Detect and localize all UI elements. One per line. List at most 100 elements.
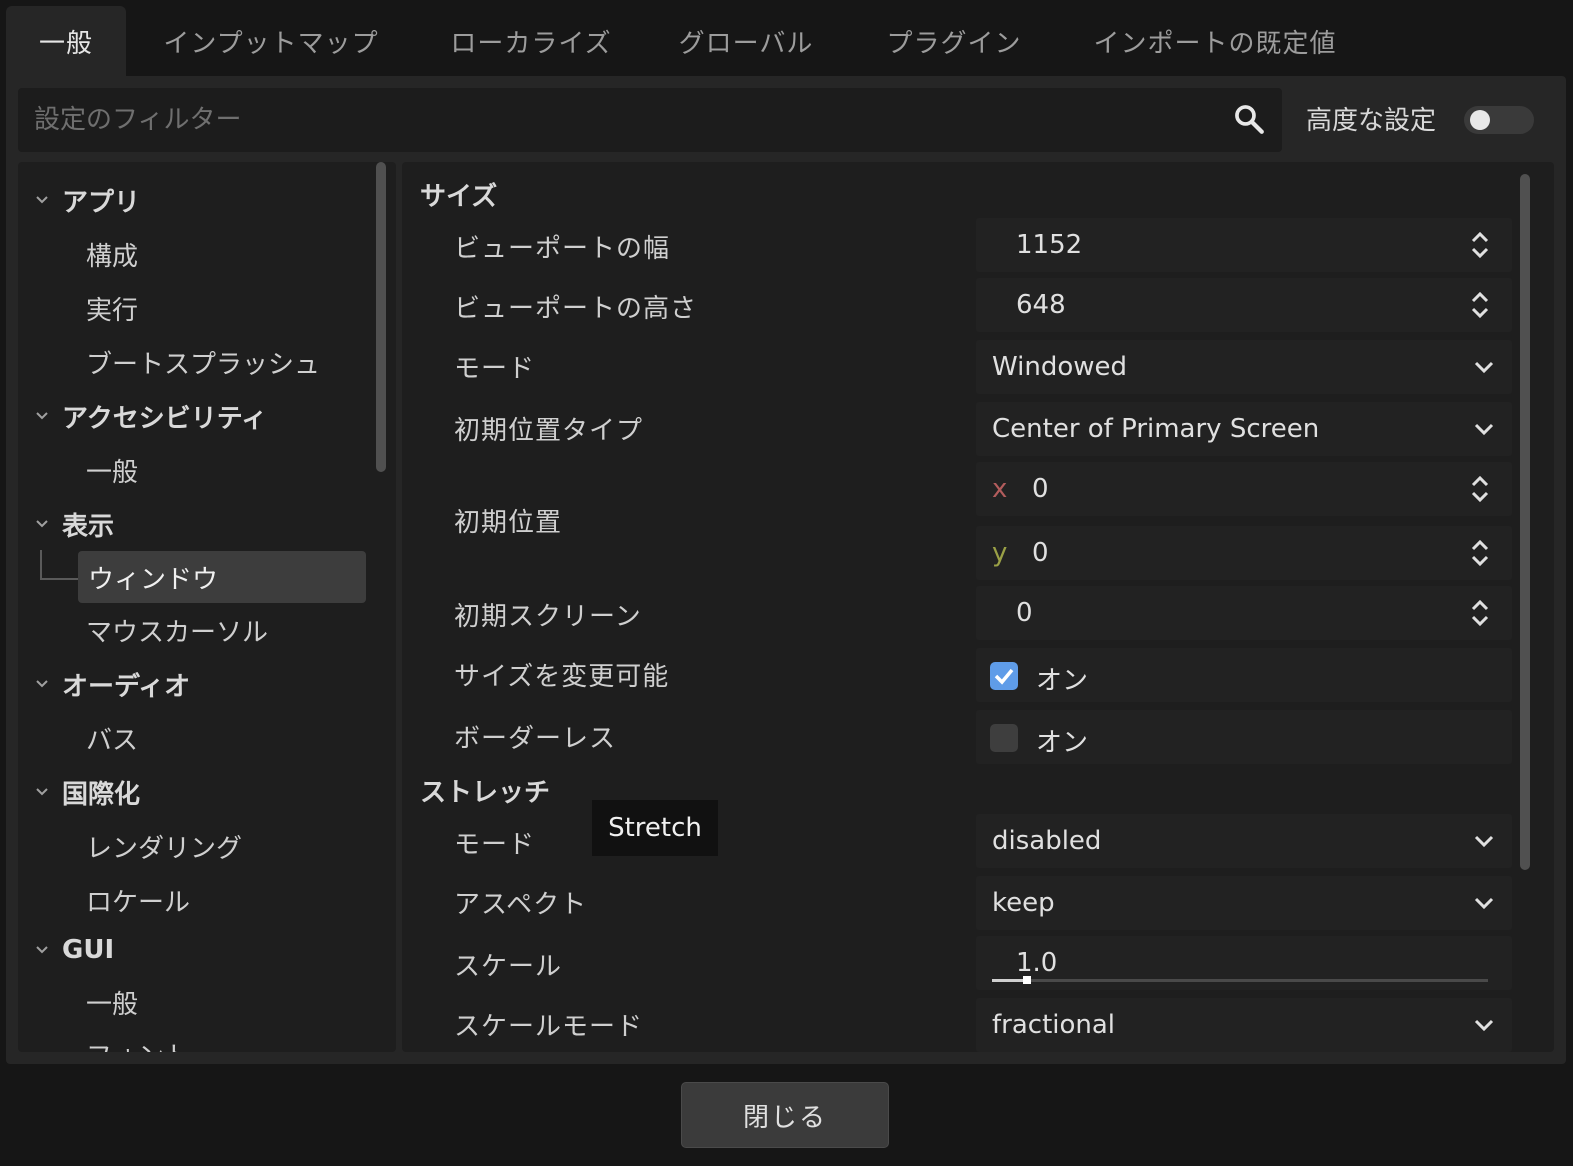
- scale-slider-field[interactable]: 1.0: [976, 936, 1512, 990]
- initial-screen-value: 0: [1016, 598, 1033, 628]
- viewport-width-field[interactable]: 1152: [976, 218, 1512, 272]
- sidebar-item-gui-general[interactable]: 一般: [18, 976, 368, 1028]
- axis-y-label: y: [992, 538, 1008, 568]
- borderless-label: ボーダーレス: [454, 724, 617, 754]
- tab-import-defaults[interactable]: インポートの既定値: [1070, 6, 1360, 76]
- sidebar-item-label: オーディオ: [62, 671, 191, 702]
- project-settings-panel: 高度な設定 アプリ 構成 実行 ブートスプラッシュ アクセシビリティ 一般 表示…: [6, 76, 1566, 1064]
- window-mode-value: Windowed: [992, 352, 1128, 382]
- close-button[interactable]: 閉じる: [681, 1082, 889, 1148]
- sidebar-category-gui[interactable]: GUI: [18, 924, 368, 976]
- settings-sidebar: アプリ 構成 実行 ブートスプラッシュ アクセシビリティ 一般 表示 ウィンドウ…: [18, 162, 396, 1052]
- borderless-on-text: オン: [1036, 728, 1089, 758]
- scale-label: スケール: [454, 952, 563, 982]
- sidebar-item-config[interactable]: 構成: [18, 228, 368, 280]
- tooltip: Stretch: [592, 800, 718, 856]
- tree-connector: [40, 550, 78, 580]
- sidebar-item-run[interactable]: 実行: [18, 282, 368, 334]
- viewport-height-value: 648: [1016, 290, 1066, 320]
- initial-position-type-value: Center of Primary Screen: [992, 414, 1320, 444]
- sidebar-item-locale[interactable]: ロケール: [18, 874, 368, 926]
- sidebar-item-label: フォント: [86, 1036, 190, 1053]
- chevron-down-icon: [1474, 835, 1494, 848]
- tab-bar: 一般 インプットマップ ローカライズ グローバル プラグイン インポートの既定値: [6, 0, 1566, 76]
- chevron-down-icon: [1474, 361, 1494, 374]
- sidebar-item-fonts[interactable]: フォント: [18, 1028, 368, 1053]
- settings-inspector: サイズ ビューポートの幅 1152 ビューポートの高さ 648 モード Wind…: [402, 162, 1554, 1052]
- inspector-scrollbar[interactable]: [1520, 174, 1530, 870]
- aspect-value: keep: [992, 888, 1055, 918]
- sidebar-item-mouse-cursor[interactable]: マウスカーソル: [18, 604, 368, 656]
- resizable-checkbox[interactable]: [990, 662, 1018, 690]
- sidebar-scrollbar[interactable]: [376, 162, 386, 472]
- initial-position-x-field[interactable]: x 0: [976, 462, 1512, 516]
- initial-screen-label: 初期スクリーン: [454, 602, 642, 632]
- sidebar-item-label: GUI: [62, 935, 115, 965]
- filter-box: [18, 88, 1282, 152]
- chevron-down-icon: [36, 788, 48, 796]
- filter-input[interactable]: [18, 88, 1218, 152]
- section-size: サイズ: [420, 182, 498, 212]
- sidebar-item-boot-splash[interactable]: ブートスプラッシュ: [18, 336, 368, 388]
- chevron-down-icon: [1474, 1019, 1494, 1032]
- toggle-knob: [1470, 110, 1490, 130]
- stretch-mode-label: モード: [454, 830, 536, 860]
- sidebar-category-internationalization[interactable]: 国際化: [18, 766, 368, 818]
- chevron-down-icon: [36, 412, 48, 420]
- sidebar-item-label: 一般: [86, 989, 139, 1020]
- aspect-dropdown[interactable]: keep: [976, 876, 1512, 930]
- sidebar-item-label: 一般: [86, 457, 139, 488]
- scale-slider-handle[interactable]: [1022, 976, 1031, 984]
- spinner-updown-icon[interactable]: [1468, 538, 1492, 568]
- spinner-updown-icon[interactable]: [1468, 474, 1492, 504]
- sidebar-item-label: ロケール: [86, 887, 191, 918]
- viewport-height-label: ビューポートの高さ: [454, 294, 698, 324]
- sidebar-item-label: バス: [86, 725, 139, 756]
- resizable-checkbox-field[interactable]: オン: [976, 648, 1512, 702]
- borderless-checkbox[interactable]: [990, 724, 1018, 752]
- sidebar-category-display[interactable]: 表示: [18, 498, 368, 550]
- section-stretch: ストレッチ: [420, 778, 551, 808]
- scale-slider-track[interactable]: [992, 976, 1488, 984]
- sidebar-item-rendering[interactable]: レンダリング: [18, 820, 368, 872]
- advanced-settings-toggle[interactable]: [1464, 106, 1534, 134]
- stretch-mode-value: disabled: [992, 826, 1102, 856]
- window-mode-dropdown[interactable]: Windowed: [976, 340, 1512, 394]
- tab-general[interactable]: 一般: [6, 6, 126, 76]
- sidebar-category-accessibility[interactable]: アクセシビリティ: [18, 390, 368, 442]
- sidebar-category-audio[interactable]: オーディオ: [18, 658, 368, 710]
- tab-globals[interactable]: グローバル: [658, 6, 834, 76]
- sidebar-category-application[interactable]: アプリ: [18, 174, 368, 226]
- spinner-updown-icon[interactable]: [1468, 230, 1492, 260]
- sidebar-item-label: ブートスプラッシュ: [86, 349, 321, 380]
- scale-mode-dropdown[interactable]: fractional: [976, 998, 1512, 1052]
- sidebar-item-label: レンダリング: [86, 833, 243, 864]
- tab-localization[interactable]: ローカライズ: [426, 6, 636, 76]
- sidebar-item-label: 実行: [86, 295, 139, 326]
- initial-position-type-label: 初期位置タイプ: [454, 416, 644, 446]
- initial-position-y-field[interactable]: y 0: [976, 526, 1512, 580]
- scale-mode-value: fractional: [992, 1010, 1116, 1040]
- resizable-label: サイズを変更可能: [454, 662, 670, 692]
- borderless-checkbox-field[interactable]: オン: [976, 710, 1512, 764]
- sidebar-item-buses[interactable]: バス: [18, 712, 368, 764]
- stretch-mode-dropdown[interactable]: disabled: [976, 814, 1512, 868]
- tab-input-map[interactable]: インプットマップ: [146, 6, 396, 76]
- sidebar-item-label: 国際化: [62, 779, 141, 810]
- viewport-height-field[interactable]: 648: [976, 278, 1512, 332]
- chevron-down-icon: [1474, 897, 1494, 910]
- sidebar-item-label: 表示: [62, 511, 115, 542]
- spinner-updown-icon[interactable]: [1468, 598, 1492, 628]
- chevron-down-icon: [1474, 423, 1494, 436]
- initial-position-type-dropdown[interactable]: Center of Primary Screen: [976, 402, 1512, 456]
- sidebar-item-label: 構成: [86, 241, 139, 272]
- tab-plugins[interactable]: プラグイン: [864, 6, 1044, 76]
- spinner-updown-icon[interactable]: [1468, 290, 1492, 320]
- chevron-down-icon: [36, 196, 48, 204]
- initial-position-label: 初期位置: [454, 508, 563, 538]
- sidebar-item-accessibility-general[interactable]: 一般: [18, 444, 368, 496]
- search-icon[interactable]: [1232, 102, 1266, 136]
- sidebar-item-window[interactable]: ウィンドウ: [78, 551, 366, 603]
- initial-screen-field[interactable]: 0: [976, 586, 1512, 640]
- scale-slider-fill: [992, 979, 1027, 982]
